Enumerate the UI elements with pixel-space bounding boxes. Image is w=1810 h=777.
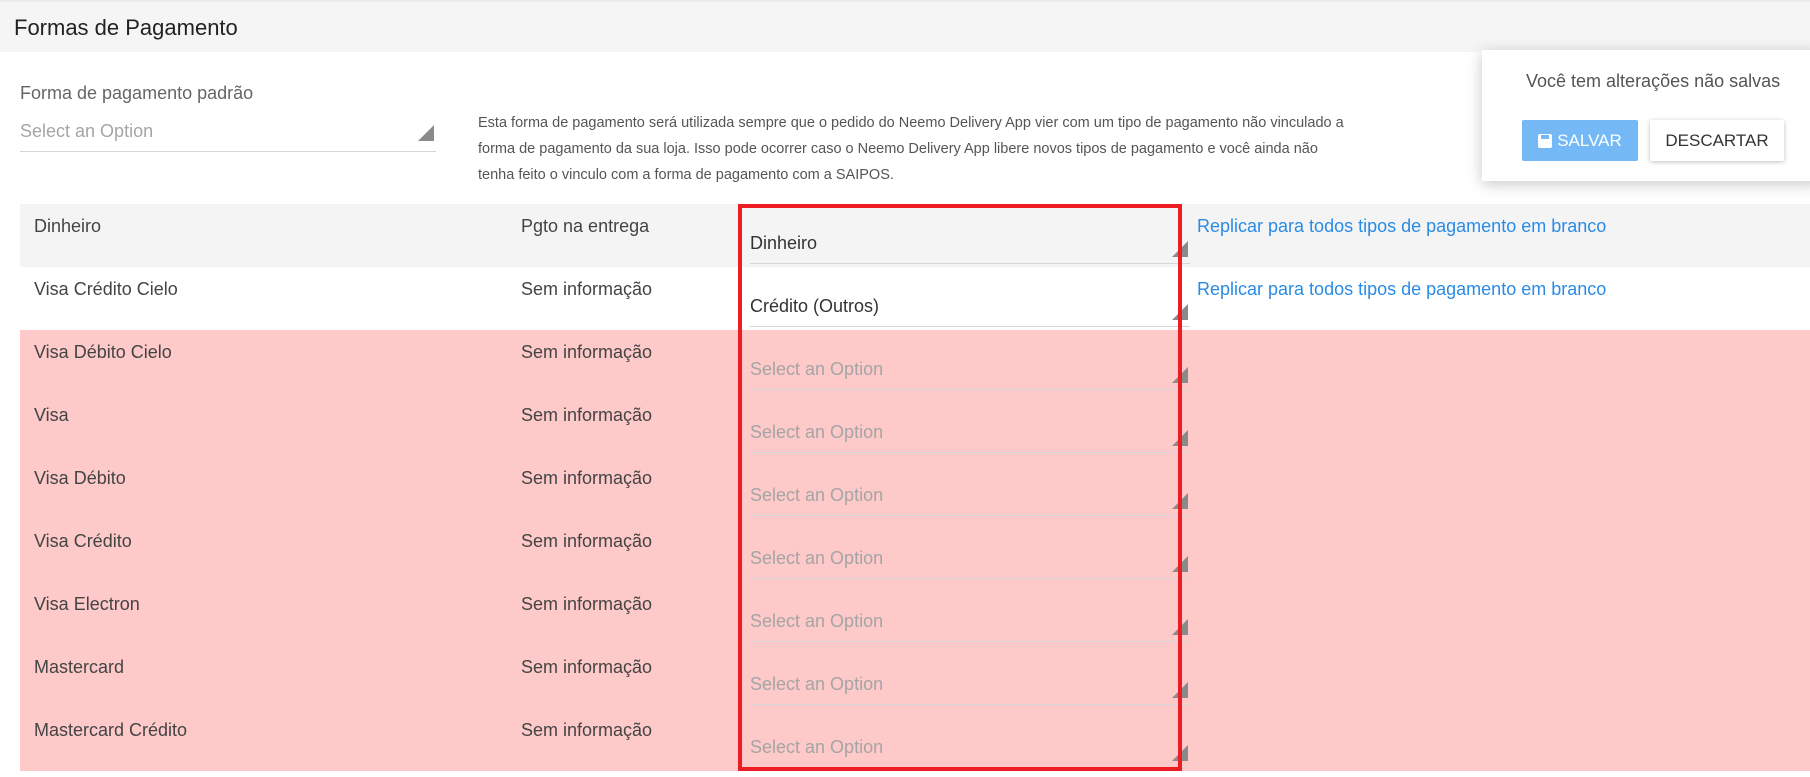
default-payment-placeholder: Select an Option — [20, 121, 154, 141]
select-placeholder: Select an Option — [750, 674, 884, 694]
default-payment-info-text: Esta forma de pagamento será utilizada s… — [478, 115, 1344, 183]
dropdown-arrow-icon — [1172, 619, 1188, 635]
payment-mapping-select[interactable]: Dinheiro — [750, 222, 1190, 264]
payment-mapping-select[interactable]: Select an Option — [750, 474, 1190, 516]
payment-type: Sem informação — [521, 468, 653, 488]
default-payment-select[interactable]: Select an Option — [20, 116, 436, 152]
payment-name: Dinheiro — [34, 216, 102, 236]
select-placeholder: Select an Option — [750, 737, 884, 757]
payment-type: Sem informação — [521, 279, 653, 299]
unsaved-changes-panel: Você tem alterações não salvas SALVAR DE… — [1482, 50, 1810, 181]
table-row: Visa Crédito Sem informação Select an Op… — [20, 519, 1810, 582]
payment-name: Visa Débito — [34, 468, 126, 488]
payment-mapping-select[interactable]: Select an Option — [750, 411, 1190, 453]
payment-mapping-select[interactable]: Select an Option — [750, 348, 1190, 390]
selected-option: Dinheiro — [750, 233, 818, 253]
payment-name: Visa Electron — [34, 594, 140, 614]
payment-name: Mastercard Crédito — [34, 720, 188, 740]
payment-name: Visa Crédito Cielo — [34, 279, 178, 299]
discard-button-label: DESCARTAR — [1665, 130, 1769, 150]
dropdown-arrow-icon — [1172, 493, 1188, 509]
payment-type: Sem informação — [521, 531, 653, 551]
dropdown-arrow-icon — [1172, 682, 1188, 698]
table-row: Visa Débito Cielo Sem informação Select … — [20, 330, 1810, 393]
table-row: Dinheiro Pgto na entrega Dinheiro Replic… — [20, 204, 1810, 267]
dropdown-arrow-icon — [1172, 745, 1188, 761]
payment-name: Visa — [34, 405, 69, 425]
payment-name: Visa Crédito — [34, 531, 132, 551]
save-button[interactable]: SALVAR — [1522, 120, 1638, 161]
payment-mapping-select[interactable]: Select an Option — [750, 600, 1190, 642]
page-title: Formas de Pagamento — [14, 15, 238, 40]
selected-option: Crédito (Outros) — [750, 296, 880, 316]
dropdown-arrow-icon — [1172, 304, 1188, 320]
payment-type: Sem informação — [521, 342, 653, 362]
payment-type: Sem informação — [521, 657, 653, 677]
dropdown-arrow-icon — [1172, 430, 1188, 446]
payment-type: Sem informação — [521, 720, 653, 740]
unsaved-changes-message: Você tem alterações não salvas — [1526, 71, 1781, 91]
default-payment-label: Forma de pagamento padrão — [20, 83, 254, 103]
payment-type: Sem informação — [521, 405, 653, 425]
payment-mapping-select[interactable]: Select an Option — [750, 726, 1190, 768]
payment-mapping-table: Dinheiro Pgto na entrega Dinheiro Replic… — [20, 204, 1810, 777]
dropdown-arrow-icon — [418, 125, 434, 141]
save-button-label: SALVAR — [1557, 130, 1622, 150]
payment-name: Visa Débito Cielo — [34, 342, 172, 362]
table-row: Visa Crédito Cielo Sem informação Crédit… — [20, 267, 1810, 330]
floppy-disk-icon — [1538, 133, 1553, 148]
payment-mapping-select[interactable]: Select an Option — [750, 663, 1190, 705]
select-placeholder: Select an Option — [750, 485, 884, 505]
payment-mapping-select[interactable]: Crédito (Outros) — [750, 285, 1190, 327]
select-placeholder: Select an Option — [750, 422, 884, 442]
payment-name: Mastercard — [34, 657, 125, 677]
replicate-link[interactable]: Replicar para todos tipos de pagamento e… — [1197, 279, 1606, 300]
table-row: Visa Electron Sem informação Select an O… — [20, 582, 1810, 645]
dropdown-arrow-icon — [1172, 241, 1188, 257]
discard-button[interactable]: DESCARTAR — [1650, 120, 1784, 161]
payment-mapping-select[interactable]: Select an Option — [750, 537, 1190, 579]
select-placeholder: Select an Option — [750, 548, 884, 568]
payment-type: Pgto na entrega — [521, 216, 650, 236]
dropdown-arrow-icon — [1172, 556, 1188, 572]
table-row: Visa Sem informação Select an Option — [20, 393, 1810, 456]
payment-type: Sem informação — [521, 594, 653, 614]
page-header: Formas de Pagamento — [0, 0, 1810, 52]
select-placeholder: Select an Option — [750, 611, 884, 631]
table-row: Mastercard Sem informação Select an Opti… — [20, 645, 1810, 708]
dropdown-arrow-icon — [1172, 367, 1188, 383]
table-row: Visa Débito Sem informação Select an Opt… — [20, 456, 1810, 519]
replicate-link[interactable]: Replicar para todos tipos de pagamento e… — [1197, 216, 1606, 237]
select-placeholder: Select an Option — [750, 359, 884, 379]
table-row: Mastercard Crédito Sem informação Select… — [20, 708, 1810, 771]
